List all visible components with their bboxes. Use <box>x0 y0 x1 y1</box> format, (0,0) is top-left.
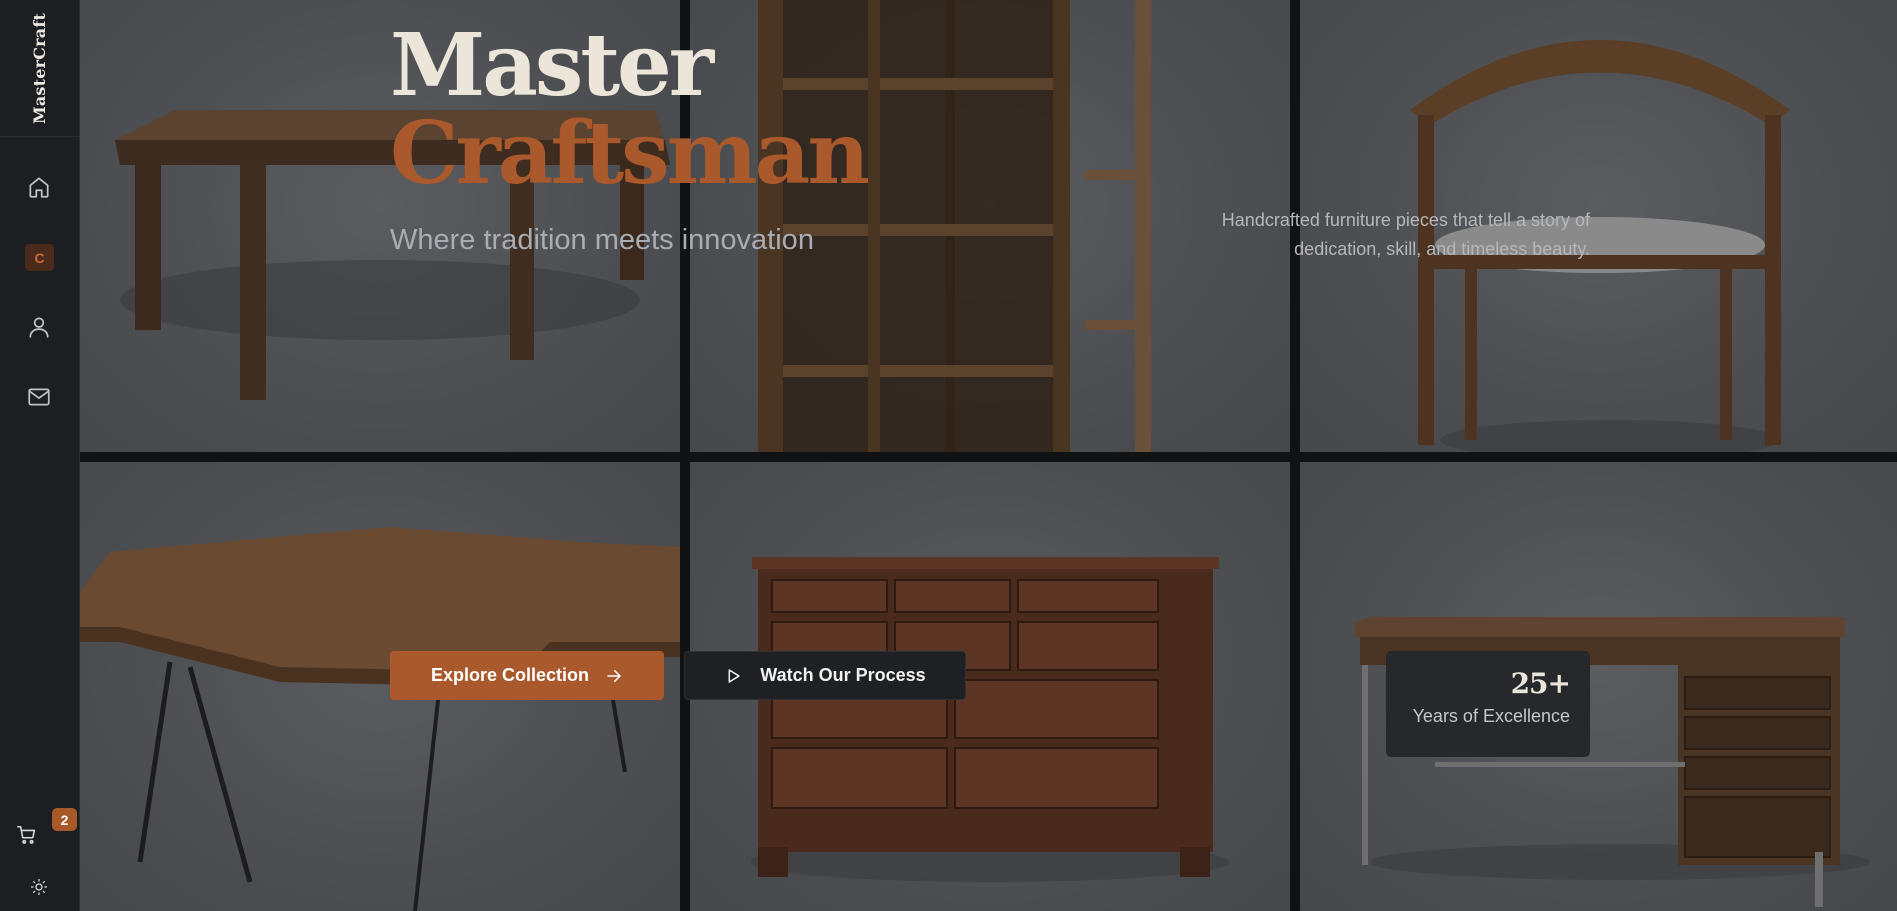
hero-title: Master Craftsman <box>390 15 870 204</box>
home-icon[interactable] <box>22 170 56 204</box>
mail-icon[interactable] <box>22 380 56 414</box>
sidebar: MasterCraft C 2 <box>0 0 80 911</box>
arrow-right-icon <box>607 669 621 682</box>
hero-title-line2: Craftsman <box>390 103 870 204</box>
cart-icon[interactable] <box>10 818 44 852</box>
play-icon <box>728 668 740 683</box>
hero-description: Handcrafted furniture pieces that tell a… <box>1221 210 1590 259</box>
brand-logo[interactable]: MasterCraft <box>0 0 79 137</box>
hero-tagline: Where tradition meets innovation <box>390 224 814 256</box>
cart-count-badge: 2 <box>52 808 77 831</box>
experience-stat-card: 25+ Years of Excellence <box>1386 651 1590 757</box>
stat-label: Years of Excellence <box>1412 706 1570 726</box>
watch-process-label: Watch Our Process <box>760 665 926 685</box>
sun-icon[interactable] <box>24 872 54 902</box>
stat-value: 25+ <box>1510 667 1571 700</box>
user-icon[interactable] <box>22 310 56 344</box>
brand-name: MasterCraft <box>30 12 49 124</box>
watch-process-button[interactable]: Watch Our Process <box>684 651 966 700</box>
explore-collection-button[interactable]: Explore Collection <box>390 651 664 700</box>
nav-collection-button[interactable]: C <box>25 244 54 271</box>
explore-collection-label: Explore Collection <box>430 665 590 685</box>
gallery-grid <box>80 0 1897 911</box>
hero-title-line1: Master <box>390 15 714 116</box>
